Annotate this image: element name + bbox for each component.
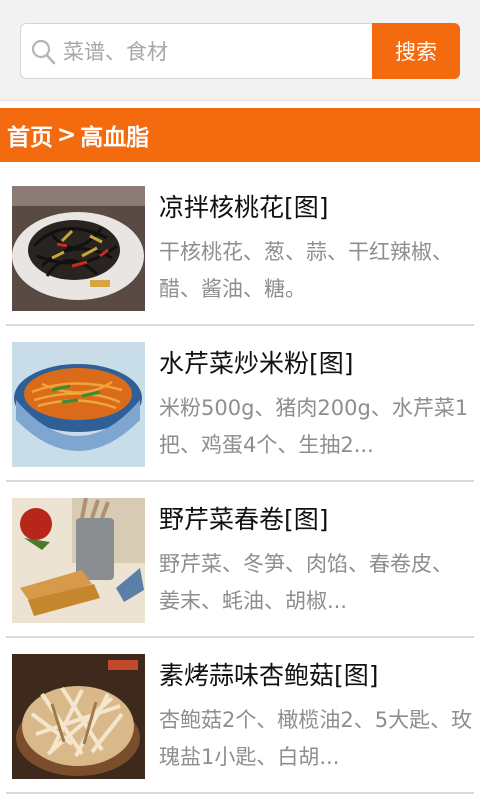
divider	[6, 792, 474, 794]
recipe-list: 凉拌核桃花[图] 干核桃花、葱、蒜、干红辣椒、 醋、酱油、糖。 水芹菜炒米粉[图]…	[0, 170, 480, 794]
recipe-item[interactable]: 凉拌核桃花[图] 干核桃花、葱、蒜、干红辣椒、 醋、酱油、糖。	[0, 170, 480, 326]
breadcrumb-home-link[interactable]: 首页	[7, 118, 53, 152]
recipe-ingredients: 杏鲍菇2个、橄榄油2、5大匙、玫 瑰盐1小匙、白胡...	[159, 708, 473, 769]
recipe-title[interactable]: 素烤蒜味杏鲍菇[图]	[159, 656, 379, 692]
recipe-ingredients: 米粉500g、猪肉200g、水芹菜1 把、鸡蛋4个、生抽2...	[159, 396, 469, 457]
recipe-thumbnail[interactable]	[12, 498, 145, 623]
recipe-item[interactable]: 野芹菜春卷[图] 野芹菜、冬笋、肉馅、春卷皮、 姜末、蚝油、胡椒...	[0, 482, 480, 638]
breadcrumb-separator: >	[57, 122, 77, 148]
breadcrumb-current: 高血脂	[80, 125, 150, 151]
search-field[interactable]	[20, 23, 372, 79]
breadcrumb: 首页 > 高血脂	[0, 108, 480, 162]
recipe-ingredients: 野芹菜、冬笋、肉馅、春卷皮、 姜末、蚝油、胡椒...	[159, 552, 453, 613]
search-button[interactable]: 搜索	[372, 23, 460, 79]
recipe-thumbnail[interactable]	[12, 186, 145, 311]
recipe-item[interactable]: 素烤蒜味杏鲍菇[图] 杏鲍菇2个、橄榄油2、5大匙、玫 瑰盐1小匙、白胡...	[0, 638, 480, 794]
recipe-title[interactable]: 野芹菜春卷[图]	[159, 500, 329, 536]
recipe-thumbnail[interactable]	[12, 342, 145, 467]
recipe-thumbnail[interactable]	[12, 654, 145, 779]
recipe-ingredients: 干核桃花、葱、蒜、干红辣椒、 醋、酱油、糖。	[159, 240, 453, 301]
search-icon	[31, 39, 56, 65]
recipe-title[interactable]: 凉拌核桃花[图]	[159, 188, 329, 224]
recipe-title[interactable]: 水芹菜炒米粉[图]	[159, 344, 354, 380]
recipe-item[interactable]: 水芹菜炒米粉[图] 米粉500g、猪肉200g、水芹菜1 把、鸡蛋4个、生抽2..…	[0, 326, 480, 482]
search-bar: 搜索	[0, 0, 480, 101]
search-input[interactable]	[61, 32, 365, 72]
